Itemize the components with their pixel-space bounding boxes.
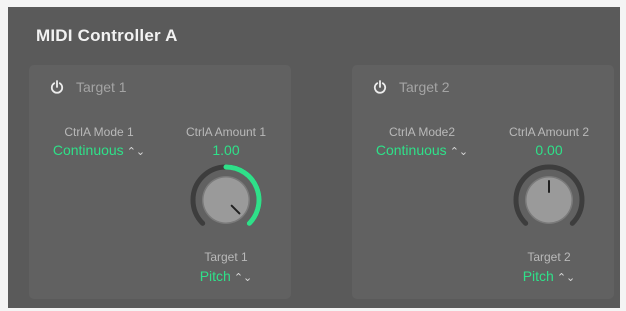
target-2-param-select[interactable]: Pitch ⌃⌄ <box>484 268 614 284</box>
up-down-chevron-icon: ⌃⌄ <box>233 272 253 284</box>
target-2-param-value: Pitch <box>522 268 554 284</box>
target-1-title: Target 1 <box>76 79 127 95</box>
power-icon[interactable] <box>372 79 388 95</box>
target-1-param-select[interactable]: Pitch ⌃⌄ <box>161 268 291 284</box>
power-icon[interactable] <box>49 79 65 95</box>
amount-2-value: 0.00 <box>535 142 563 158</box>
target-1-param-value: Pitch <box>199 268 231 284</box>
amount-1-label: CtrlA Amount 1 <box>185 125 267 139</box>
amount-2-label: CtrlA Amount 2 <box>508 125 590 139</box>
target-2-title: Target 2 <box>399 79 450 95</box>
up-down-chevron-icon: ⌃⌄ <box>449 146 469 158</box>
target-2-param-label: Target 2 <box>527 250 571 264</box>
amount-1-knob[interactable] <box>189 163 263 237</box>
mode-2-select[interactable]: Continuous ⌃⌄ <box>357 142 487 158</box>
target-1-group: Target 1 CtrlA Mode 1 Continuous ⌃⌄ CtrlA… <box>29 65 291 299</box>
target-1-param-label: Target 1 <box>204 250 248 264</box>
target-2-group: Target 2 CtrlA Mode2 Continuous ⌃⌄ CtrlA … <box>352 65 614 299</box>
mode-1-value: Continuous <box>52 142 124 158</box>
mode-1-select[interactable]: Continuous ⌃⌄ <box>34 142 164 158</box>
panel-title: MIDI Controller A <box>36 26 178 45</box>
mode-2-label: CtrlA Mode2 <box>388 125 456 139</box>
mode-1-label: CtrlA Mode 1 <box>64 125 134 139</box>
midi-controller-panel: MIDI Controller A Target 1 CtrlA Mode 1 … <box>8 7 620 308</box>
amount-1-value: 1.00 <box>212 142 240 158</box>
amount-2-knob[interactable] <box>512 163 586 237</box>
mode-2-value: Continuous <box>375 142 447 158</box>
up-down-chevron-icon: ⌃⌄ <box>126 146 146 158</box>
up-down-chevron-icon: ⌃⌄ <box>556 272 576 284</box>
